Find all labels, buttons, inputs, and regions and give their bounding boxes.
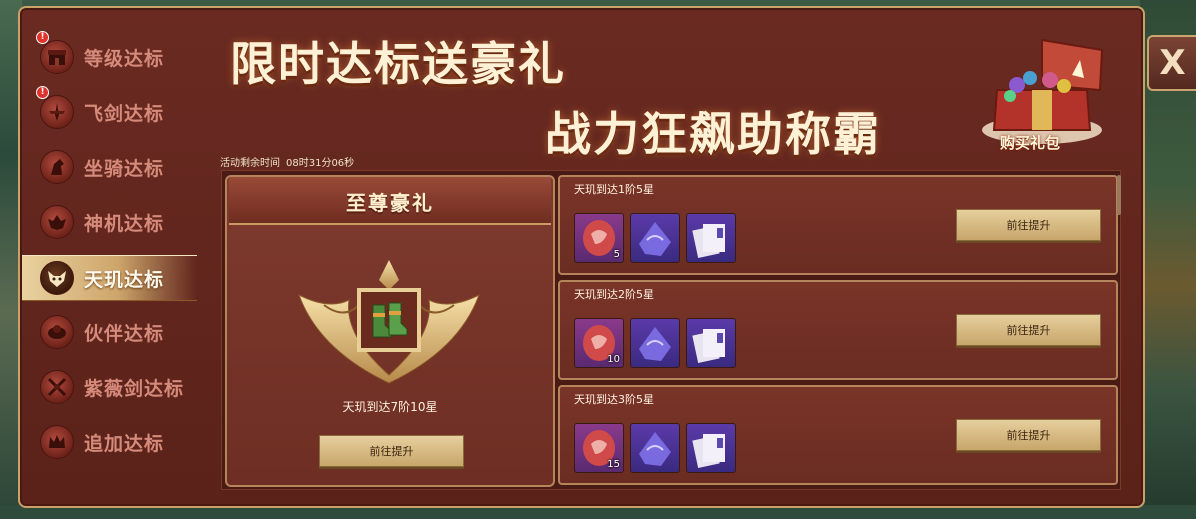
- go-upgrade-button[interactable]: 前往提升: [956, 209, 1101, 241]
- go-upgrade-button[interactable]: 前往提升: [956, 419, 1101, 451]
- sidebar-tab-label: 天玑达标: [84, 268, 165, 291]
- sidebar-tab-divine-machine[interactable]: 神机达标: [22, 200, 197, 244]
- scroll-cards-icon: [692, 434, 725, 468]
- sidebar: ! 等级达标 ! 飞剑达标 坐骑达标 神机达标 天玑达标 伙伴达标 紫薇剑达标 …: [22, 30, 197, 480]
- shop-icon: [40, 40, 74, 74]
- reward-item[interactable]: [686, 423, 736, 473]
- reward-row: 天玑到达3阶5星 15 前往提升: [558, 385, 1118, 485]
- scroll-cards-icon: [692, 329, 725, 363]
- crossed-swords-icon: [40, 370, 74, 404]
- sidebar-tab-label: 等级达标: [84, 47, 165, 70]
- banner-title-line2: 战力狂飙助称霸: [545, 107, 881, 161]
- reward-item[interactable]: [630, 213, 680, 263]
- sidebar-tab-tianji[interactable]: 天玑达标: [22, 255, 197, 301]
- item-count: 10: [607, 354, 620, 365]
- demon-mask-icon: [40, 261, 74, 295]
- sidebar-tab-label: 追加达标: [84, 432, 165, 455]
- reward-row: 天玑到达2阶5星 10 前往提升: [558, 280, 1118, 380]
- sidebar-tab-label: 伙伴达标: [84, 322, 165, 345]
- close-button[interactable]: X: [1147, 35, 1196, 91]
- purple-crystal-icon: [639, 222, 671, 256]
- supreme-title: 至尊豪礼: [346, 191, 434, 215]
- countdown-label: 活动剩余时间: [220, 158, 280, 169]
- sidebar-tab-label: 紫薇剑达标: [84, 377, 185, 400]
- reward-item[interactable]: [686, 318, 736, 368]
- buy-gift-pack-label: 购买礼包: [1000, 134, 1061, 152]
- reward-item[interactable]: 5: [574, 213, 624, 263]
- crown-icon: [40, 425, 74, 459]
- sidebar-tab-label: 坐骑达标: [84, 157, 165, 180]
- scroll-cards-icon: [692, 224, 725, 258]
- reward-item[interactable]: [686, 213, 736, 263]
- flying-sword-icon: [40, 95, 74, 129]
- boots-icon: [372, 302, 408, 338]
- sidebar-tab-level[interactable]: ! 等级达标: [22, 31, 197, 79]
- list-scrollbar[interactable]: [1117, 175, 1121, 215]
- sidebar-tab-partner[interactable]: 伙伴达标: [22, 310, 197, 354]
- sidebar-tab-extra[interactable]: 追加达标: [22, 420, 197, 464]
- item-count: 15: [607, 459, 620, 470]
- partner-icon: [40, 315, 74, 349]
- reward-item[interactable]: [630, 318, 680, 368]
- supreme-go-upgrade-button[interactable]: 前往提升: [319, 435, 464, 467]
- reward-item[interactable]: 15: [574, 423, 624, 473]
- purple-crystal-icon: [639, 327, 671, 361]
- reward-row-title: 天玑到达2阶5星: [574, 288, 654, 301]
- reward-row: 天玑到达1阶5星 5 前往提升: [558, 175, 1118, 275]
- purple-crystal-icon: [639, 432, 671, 466]
- countdown: 活动剩余时间 08时31分06秒: [220, 154, 354, 169]
- sidebar-tab-mount[interactable]: 坐骑达标: [22, 145, 197, 189]
- horse-head-icon: [40, 150, 74, 184]
- item-count: 5: [613, 249, 620, 260]
- go-upgrade-button[interactable]: 前往提升: [956, 314, 1101, 346]
- countdown-time: 08时31分06秒: [286, 158, 355, 169]
- reward-row-title: 天玑到达3阶5星: [574, 393, 654, 406]
- reward-item[interactable]: 10: [574, 318, 624, 368]
- banner-title-line1: 限时达标送豪礼: [230, 37, 566, 91]
- sidebar-tab-ziwei-sword[interactable]: 紫薇剑达标: [22, 365, 197, 409]
- reward-item[interactable]: [630, 423, 680, 473]
- wing-icon: [40, 205, 74, 239]
- sidebar-tab-flying-sword[interactable]: ! 飞剑达标: [22, 86, 197, 134]
- sidebar-tab-label: 飞剑达标: [84, 102, 165, 125]
- sidebar-tab-label: 神机达标: [84, 212, 165, 235]
- reward-row-title: 天玑到达1阶5星: [574, 183, 654, 196]
- supreme-condition: 天玑到达7阶10星: [342, 400, 438, 414]
